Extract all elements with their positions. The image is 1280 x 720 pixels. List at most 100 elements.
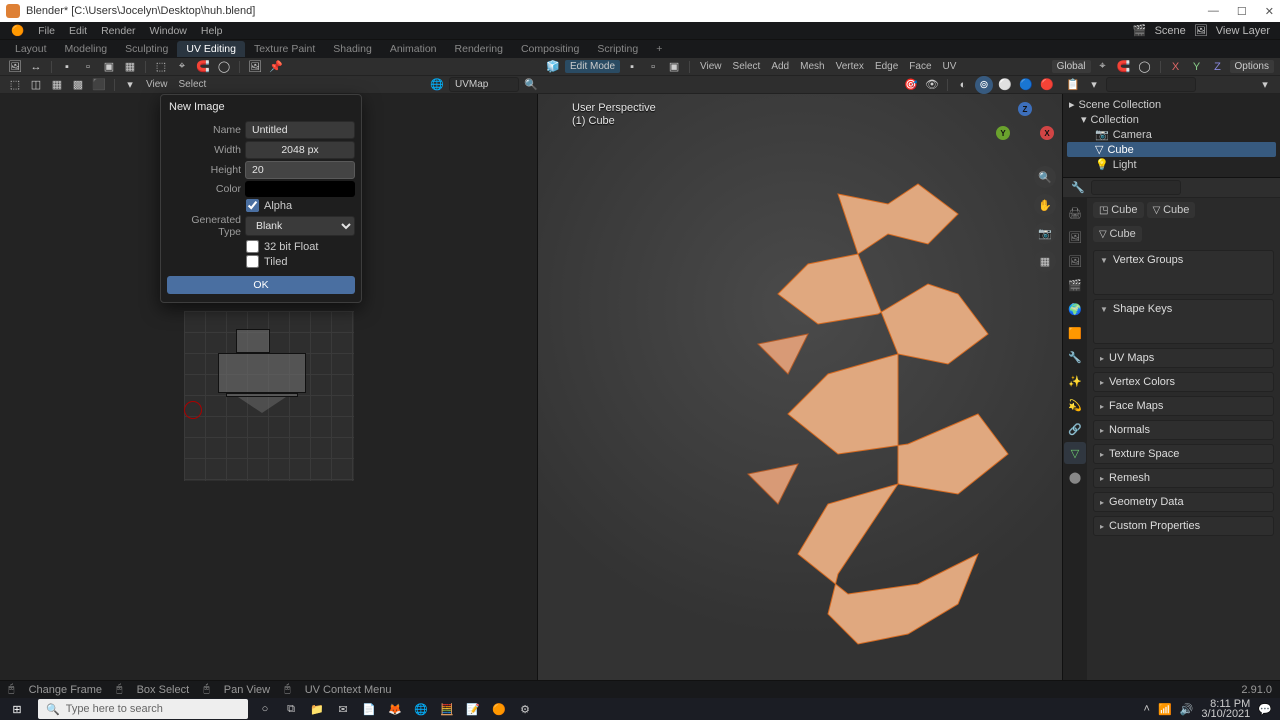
section-uv-maps[interactable]: ▸UV Maps [1093,348,1274,368]
viewport-menu-select[interactable]: Select [729,61,765,72]
outliner-filter2-icon[interactable]: ▾ [1256,76,1274,94]
outliner-cube[interactable]: ▽Cube [1067,142,1276,157]
start-button[interactable]: ⊞ [0,698,34,720]
tb-app-icon[interactable]: 🟠 [486,698,512,720]
scene-icon[interactable]: 🎬 [1131,22,1149,40]
output-tab-icon[interactable]: 🖼 [1064,226,1086,248]
taskbar-search[interactable]: 🔍 Type here to search [38,699,248,719]
image-color-field[interactable] [245,181,355,197]
menu-window[interactable]: Window [143,25,194,37]
mode-selector[interactable]: Edit Mode [565,60,620,73]
orientation-selector[interactable]: Global [1052,60,1091,73]
menu-edit[interactable]: Edit [62,25,94,37]
properties-body[interactable]: ◳ Cube ▽ Cube ▽ Cube ▼Vertex Groups ▼Sha… [1087,198,1280,698]
section-geometry-data[interactable]: ▸Geometry Data [1093,492,1274,512]
pan-icon[interactable]: ✋ [1034,194,1056,216]
object-tab-icon[interactable]: 🟧 [1064,322,1086,344]
tb-app-icon[interactable]: 📝 [460,698,486,720]
pivot-icon[interactable]: ⌖ [173,58,191,76]
menu-render[interactable]: Render [94,25,142,37]
tray-chevron-icon[interactable]: ˄ [1144,703,1150,715]
vp-face-sel-icon[interactable]: ▣ [665,58,683,76]
viewlayer-name[interactable]: View Layer [1210,25,1276,37]
viewport-menu-add[interactable]: Add [767,61,793,72]
viewport-editor-type-icon[interactable]: 🧊 [544,58,562,76]
uv-vertex-sel-icon[interactable]: ▪ [58,58,76,76]
shading-wire-icon[interactable]: ⊚ [975,76,993,94]
tiled-checkbox[interactable] [246,255,259,268]
tb-app-icon[interactable]: 🌐 [408,698,434,720]
image-name-input[interactable] [245,121,355,139]
blender-icon[interactable]: 🟠 [4,24,31,37]
ok-button[interactable]: OK [167,276,355,294]
section-texture-space[interactable]: ▸Texture Space [1093,444,1274,464]
viewport-menu-mesh[interactable]: Mesh [796,61,828,72]
gizmo-x-axis[interactable]: X [1040,126,1054,140]
material-tab-icon[interactable]: ⬤ [1064,466,1086,488]
tab-scripting[interactable]: Scripting [588,41,647,57]
image-width-input[interactable] [245,141,355,159]
snap-icon[interactable]: 🧲 [194,58,212,76]
uv-island-sel-icon[interactable]: ▦ [121,58,139,76]
uv-selmode2-icon[interactable]: ◫ [27,76,45,94]
tb-app-icon[interactable]: ⚙ [512,698,538,720]
section-face-maps[interactable]: ▸Face Maps [1093,396,1274,416]
viewlayer-icon[interactable]: 🖼 [1192,22,1210,40]
overlay-toggle-icon[interactable]: 👁 [923,76,941,94]
tab-add-workspace[interactable]: + [647,41,671,57]
vp-vertex-sel-icon[interactable]: ▪ [623,58,641,76]
menu-file[interactable]: File [31,25,62,37]
properties-editor-icon[interactable]: 🔧 [1069,179,1087,197]
uv-menu-view[interactable]: View [142,79,172,90]
constraint-tab-icon[interactable]: 🔗 [1064,418,1086,440]
window-minimize-icon[interactable]: — [1208,5,1219,18]
uv-selmode3-icon[interactable]: ▦ [48,76,66,94]
generated-type-select[interactable]: Blank [245,216,355,236]
float-checkbox[interactable] [246,240,259,253]
outliner[interactable]: ▸Scene Collection ▾Collection 📷Camera ▽C… [1063,94,1280,178]
tab-texture-paint[interactable]: Texture Paint [245,41,324,57]
2d-cursor-icon[interactable] [184,401,202,419]
navigation-gizmo[interactable]: Z Y X [996,102,1054,160]
gizmo-y-axis[interactable]: Y [996,126,1010,140]
uv-sticky-icon[interactable]: ⬚ [152,58,170,76]
shading-solid-icon[interactable]: ⚪ [996,76,1014,94]
modifier-tab-icon[interactable]: 🔧 [1064,346,1086,368]
float-checkbox-row[interactable]: 32 bit Float [167,240,355,253]
pivot2-icon[interactable]: ⌖ [1094,58,1112,76]
alpha-checkbox[interactable] [246,199,259,212]
uv-sticky2-icon[interactable]: ▾ [121,76,139,94]
image-height-input[interactable] [245,161,355,179]
tab-sculpting[interactable]: Sculpting [116,41,177,57]
image-pin-icon[interactable]: 📌 [267,58,285,76]
system-tray[interactable]: ˄ 📶 🔊 8:11 PM 3/10/2021 💬 [1136,699,1280,719]
alpha-checkbox-row[interactable]: Alpha [167,199,355,212]
taskview-icon[interactable]: ⧉ [278,698,304,720]
section-custom-props[interactable]: ▸Custom Properties [1093,516,1274,536]
uv-editor-area[interactable]: ▭ ✥ ↔ ⟳ ⤡ ✥ ✎ ⬠ ⬡ ∿ ↘ N [0,94,538,698]
section-normals[interactable]: ▸Normals [1093,420,1274,440]
vp-edge-sel-icon[interactable]: ▫ [644,58,662,76]
viewport-canvas[interactable]: User Perspective (1) Cube Z Y X 🔍 ✋ 📷 [538,94,1062,698]
tab-modeling[interactable]: Modeling [56,41,117,57]
tray-notifications-icon[interactable]: 💬 [1258,703,1272,716]
shading-rendered-icon[interactable]: 🔴 [1038,76,1056,94]
tab-animation[interactable]: Animation [381,41,446,57]
mirror-y-icon[interactable]: Y [1188,58,1206,76]
scene-name[interactable]: Scene [1149,25,1192,37]
tb-app-icon[interactable]: ✉ [330,698,356,720]
mirror-z-icon[interactable]: Z [1209,58,1227,76]
section-shape-keys[interactable]: ▼Shape Keys [1093,299,1274,344]
window-maximize-icon[interactable]: ☐ [1237,5,1247,18]
viewport-menu-uv[interactable]: UV [939,61,961,72]
viewport-menu-view[interactable]: View [696,61,726,72]
tray-volume-icon[interactable]: 🔊 [1180,703,1194,716]
tab-uv-editing[interactable]: UV Editing [177,41,245,57]
particle-tab-icon[interactable]: ✨ [1064,370,1086,392]
camera-icon[interactable]: 📷 [1034,222,1056,244]
image-new-icon[interactable]: 🖼 [246,58,264,76]
snap2-icon[interactable]: 🧲 [1115,58,1133,76]
uv-island[interactable] [236,329,270,353]
outliner-filter-icon[interactable]: ▾ [1085,76,1103,94]
physics-tab-icon[interactable]: 💫 [1064,394,1086,416]
